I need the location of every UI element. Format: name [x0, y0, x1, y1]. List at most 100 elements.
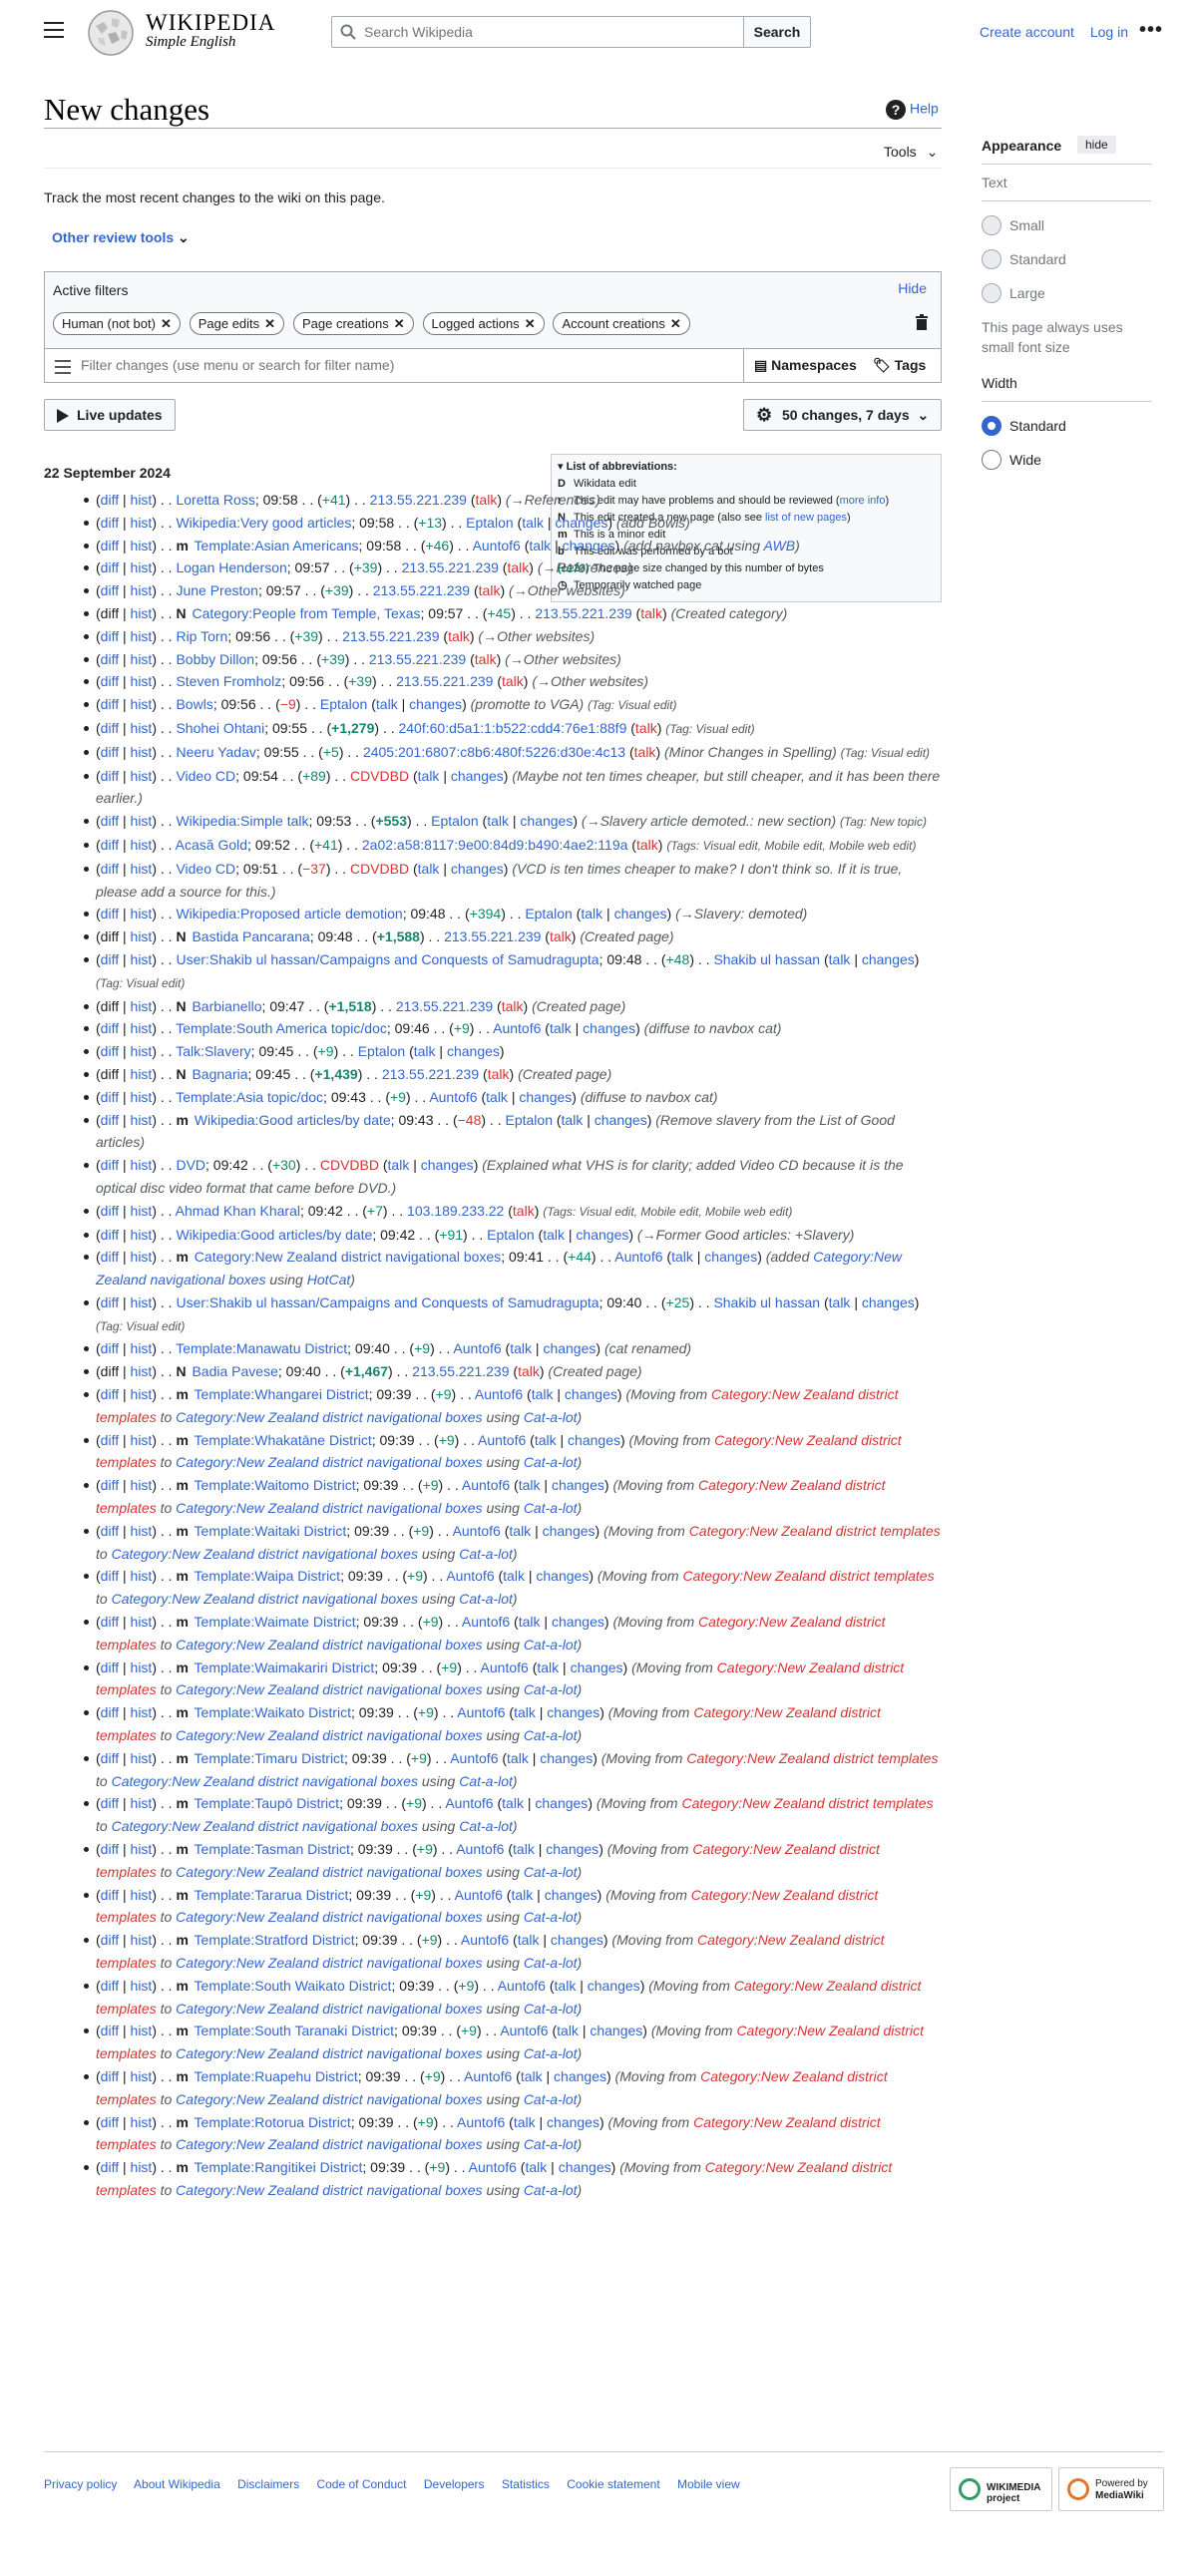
- page-title-link[interactable]: Wikipedia:Good articles/by date: [176, 1227, 372, 1243]
- hist-link[interactable]: hist: [131, 1795, 153, 1811]
- user-talk-link[interactable]: talk: [487, 813, 509, 829]
- user-talk-link[interactable]: talk: [376, 696, 398, 712]
- user-link[interactable]: 213.55.221.239: [412, 1363, 509, 1379]
- diff-link[interactable]: diff: [101, 1294, 119, 1310]
- user-link[interactable]: Auntof6: [453, 1523, 501, 1539]
- close-icon[interactable]: ✕: [264, 316, 275, 331]
- summary-link[interactable]: HotCat: [307, 1272, 351, 1288]
- filter-chip[interactable]: Logged actions ✕: [422, 312, 545, 335]
- user-contribs-link[interactable]: changes: [862, 1294, 915, 1310]
- hist-link[interactable]: hist: [131, 1841, 153, 1857]
- page-title-link[interactable]: Template:Waitaki District: [195, 1523, 347, 1539]
- wikimedia-project-badge[interactable]: WIKIMEDIA project: [950, 2467, 1052, 2511]
- log-in-link[interactable]: Log in: [1090, 24, 1128, 40]
- page-title-link[interactable]: Wikipedia:Proposed article demotion: [176, 906, 402, 921]
- user-link[interactable]: Auntof6: [500, 2023, 548, 2038]
- user-contribs-link[interactable]: changes: [409, 696, 462, 712]
- user-link[interactable]: Eptalon: [466, 515, 513, 531]
- close-icon[interactable]: ✕: [670, 316, 681, 331]
- diff-link[interactable]: diff: [101, 1386, 119, 1402]
- page-title-link[interactable]: Template:Manawatu District: [176, 1340, 347, 1356]
- user-contribs-link[interactable]: changes: [540, 1750, 593, 1766]
- page-title-link[interactable]: Video CD: [176, 861, 235, 877]
- user-talk-link[interactable]: talk: [509, 1523, 531, 1539]
- user-link[interactable]: 213.55.221.239: [535, 605, 631, 621]
- page-title-link[interactable]: Ahmad Khan Kharal: [176, 1203, 300, 1219]
- diff-link[interactable]: diff: [101, 1157, 119, 1173]
- user-link[interactable]: Auntof6: [498, 1978, 546, 1994]
- page-title-link[interactable]: Template:South Taranaki District: [195, 2023, 395, 2038]
- hist-link[interactable]: hist: [131, 1157, 153, 1173]
- changes-range-button[interactable]: ⚙ 50 changes, 7 days ⌄: [743, 399, 942, 431]
- user-link[interactable]: Auntof6: [462, 1477, 510, 1493]
- summary-link[interactable]: Cat-a-lot: [524, 1864, 578, 1880]
- footer-link-developers[interactable]: Developers: [424, 2477, 485, 2491]
- page-title-link[interactable]: Template:South America topic/doc: [176, 1020, 387, 1036]
- diff-link[interactable]: diff: [101, 1659, 119, 1675]
- hist-link[interactable]: hist: [131, 1089, 153, 1105]
- appearance-hide-button[interactable]: hide: [1077, 136, 1116, 154]
- page-title-link[interactable]: Template:Asian Americans: [195, 538, 359, 553]
- user-link[interactable]: CDVDBD: [350, 768, 409, 784]
- user-link[interactable]: 2a02:a58:8117:9e00:84d9:b490:4ae2:119a: [362, 837, 628, 853]
- user-talk-link[interactable]: talk: [503, 1568, 525, 1584]
- user-contribs-link[interactable]: changes: [535, 1795, 588, 1811]
- filter-search-input[interactable]: [79, 351, 468, 379]
- user-contribs-link[interactable]: changes: [552, 1614, 604, 1630]
- page-title-link[interactable]: Template:Rangitikei District: [195, 2159, 363, 2175]
- hist-link[interactable]: hist: [131, 492, 153, 508]
- hist-link[interactable]: hist: [131, 1203, 153, 1219]
- main-menu-icon[interactable]: [44, 22, 64, 38]
- user-link[interactable]: 213.55.221.239: [369, 651, 466, 667]
- page-title-link[interactable]: Template:Rotorua District: [195, 2114, 351, 2130]
- user-talk-link[interactable]: talk: [555, 1978, 577, 1994]
- user-contribs-link[interactable]: changes: [568, 1432, 620, 1448]
- user-talk-link[interactable]: talk: [475, 651, 497, 667]
- user-talk-link[interactable]: talk: [543, 1227, 565, 1243]
- user-link[interactable]: Auntof6: [462, 1614, 510, 1630]
- user-contribs-link[interactable]: changes: [551, 1932, 603, 1948]
- user-link[interactable]: CDVDBD: [350, 861, 409, 877]
- diff-link[interactable]: diff: [101, 1227, 119, 1243]
- diff-link[interactable]: diff: [101, 1089, 119, 1105]
- close-icon[interactable]: ✕: [394, 316, 405, 331]
- user-talk-link[interactable]: talk: [513, 1203, 535, 1219]
- user-link[interactable]: Auntof6: [461, 1932, 509, 1948]
- user-talk-link[interactable]: talk: [502, 1795, 524, 1811]
- diff-link[interactable]: diff: [101, 515, 119, 531]
- page-title-link[interactable]: Template:Asia topic/doc: [176, 1089, 323, 1105]
- hist-link[interactable]: hist: [131, 1249, 153, 1265]
- user-link[interactable]: Auntof6: [457, 1704, 505, 1720]
- user-link[interactable]: Eptalon: [525, 906, 572, 921]
- user-talk-link[interactable]: talk: [525, 2159, 547, 2175]
- summary-link[interactable]: Category:New Zealand district navigation…: [176, 2136, 482, 2152]
- user-contribs-link[interactable]: changes: [546, 1841, 598, 1857]
- hist-link[interactable]: hist: [131, 1887, 153, 1903]
- diff-link[interactable]: diff: [101, 2023, 119, 2038]
- diff-link[interactable]: diff: [101, 861, 119, 877]
- diff-link[interactable]: diff: [101, 1020, 119, 1036]
- diff-link[interactable]: diff: [101, 1043, 119, 1059]
- hide-filters-link[interactable]: Hide: [898, 280, 927, 296]
- user-talk-link[interactable]: talk: [511, 1887, 533, 1903]
- diff-link[interactable]: diff: [101, 1340, 119, 1356]
- user-contribs-link[interactable]: changes: [583, 1020, 635, 1036]
- summary-link[interactable]: Category:New Zealand district templates: [689, 1523, 941, 1539]
- user-talk-link[interactable]: talk: [479, 582, 501, 598]
- user-link[interactable]: 213.55.221.239: [382, 1066, 479, 1082]
- diff-link[interactable]: diff: [101, 1568, 119, 1584]
- page-title-link[interactable]: Template:Waipa District: [195, 1568, 341, 1584]
- diff-link[interactable]: diff: [101, 582, 119, 598]
- user-contribs-link[interactable]: changes: [421, 1157, 474, 1173]
- summary-link[interactable]: Cat-a-lot: [524, 2045, 578, 2061]
- user-link[interactable]: Auntof6: [456, 1841, 504, 1857]
- hist-link[interactable]: hist: [131, 928, 153, 944]
- user-talk-link[interactable]: talk: [502, 998, 524, 1014]
- hist-link[interactable]: hist: [131, 515, 153, 531]
- close-icon[interactable]: ✕: [161, 316, 172, 331]
- filter-chip[interactable]: Page edits ✕: [189, 312, 285, 335]
- user-link[interactable]: Auntof6: [453, 1340, 501, 1356]
- user-link[interactable]: 213.55.221.239: [370, 492, 467, 508]
- user-talk-link[interactable]: talk: [388, 1157, 410, 1173]
- user-contribs-link[interactable]: changes: [547, 1704, 599, 1720]
